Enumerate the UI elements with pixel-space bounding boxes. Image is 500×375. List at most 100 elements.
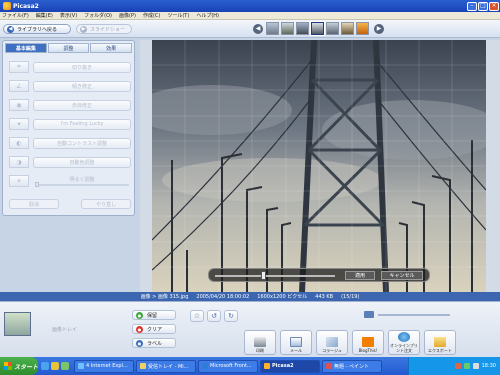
prev-image-icon[interactable]: ◀ xyxy=(253,23,263,34)
hold-icon: ● xyxy=(136,311,143,319)
order-prints-button[interactable]: オンラインプリント注文 xyxy=(388,330,420,355)
taskbar-item-ie[interactable]: 4 Internet Expl... xyxy=(74,359,134,373)
label-button[interactable]: ● ラベル xyxy=(132,338,176,348)
ime-icon[interactable] xyxy=(454,363,461,369)
menu-picture[interactable]: 画像(P) xyxy=(119,12,136,19)
picasa-icon xyxy=(264,363,270,369)
close-button[interactable]: × xyxy=(489,1,499,11)
volume-icon[interactable] xyxy=(472,363,479,369)
maximize-button[interactable]: □ xyxy=(478,1,488,11)
outlook-quicklaunch-icon[interactable] xyxy=(51,362,59,370)
cancel-button[interactable]: キャンセル xyxy=(381,271,423,280)
panel-bottom-buttons: 取消 やり直し xyxy=(9,199,131,209)
menu-help[interactable]: ヘルプ(H) xyxy=(196,12,219,19)
tray-thumbnail[interactable] xyxy=(4,312,31,336)
zoom-track xyxy=(378,314,450,316)
redeye-button[interactable]: 赤目修正 xyxy=(33,99,131,111)
tray-label: 画像トレイ xyxy=(52,327,78,333)
tab-basic-fixes[interactable]: 基本編集 xyxy=(5,43,47,53)
tool-auto-color: ◑ 自動色調整 xyxy=(9,154,131,170)
crop-button[interactable]: 切り抜き xyxy=(33,61,131,73)
slideshow-button[interactable]: ▶ スライドショー xyxy=(76,24,132,34)
taskbar-item-picasa[interactable]: Picasa2 xyxy=(260,359,320,373)
minimize-button[interactable]: – xyxy=(467,1,477,11)
desktop-quicklaunch-icon[interactable] xyxy=(61,362,69,370)
contrast-icon: ◐ xyxy=(9,137,29,149)
zoom-slider[interactable] xyxy=(364,311,454,319)
bridge-photo-svg xyxy=(152,40,486,292)
apply-button[interactable]: 適用 xyxy=(345,271,375,280)
auto-color-button[interactable]: 自動色調整 xyxy=(33,156,131,168)
redo-button[interactable]: やり直し xyxy=(81,199,131,209)
label-label: ラベル xyxy=(147,340,163,347)
taskbar-item-inbox[interactable]: 受信トレイ - Mi... xyxy=(136,359,196,373)
start-button[interactable]: スタート xyxy=(0,357,38,375)
print-button[interactable]: 印刷 xyxy=(244,330,276,355)
filmstrip-thumb[interactable] xyxy=(341,22,354,35)
title-bar: Picasa2 – □ × xyxy=(0,0,500,12)
rotate-left-icon[interactable]: ↺ xyxy=(207,310,221,322)
ie-quicklaunch-icon[interactable] xyxy=(41,362,49,370)
toolbar: ◀ ライブラリへ戻る ▶ スライドショー xyxy=(0,20,500,38)
tab-effects[interactable]: 効果 xyxy=(90,43,133,53)
taskbar-item-frontpage[interactable]: Microsoft Front... xyxy=(198,359,258,373)
image-index: (15/19) xyxy=(341,293,360,300)
clock: 18:30 xyxy=(481,363,496,369)
menu-folder[interactable]: フォルダ(O) xyxy=(84,12,112,19)
menu-file[interactable]: ファイル(F) xyxy=(2,12,29,19)
fill-light-knob[interactable] xyxy=(35,181,39,187)
slideshow-label: スライドショー xyxy=(90,26,126,33)
tool-redeye: ◉ 赤目修正 xyxy=(9,97,131,113)
export-button[interactable]: エクスポート xyxy=(424,330,456,355)
filmstrip-thumb[interactable] xyxy=(326,22,339,35)
collage-button[interactable]: コラージュ xyxy=(316,330,348,355)
menu-edit[interactable]: 編集(E) xyxy=(36,12,53,19)
tool-lucky: ✦ I'm Feeling Lucky xyxy=(9,116,131,132)
hold-button[interactable]: ● 保留 xyxy=(132,310,176,320)
filmstrip-thumb-selected[interactable] xyxy=(310,21,325,36)
back-to-library-label: ライブラリへ戻る xyxy=(17,26,58,33)
menu-bar: ファイル(F) 編集(E) 表示(V) フォルダ(O) 画像(P) 作成(C) … xyxy=(0,12,500,20)
filmstrip-thumb[interactable] xyxy=(266,22,279,35)
collage-label: コラージュ xyxy=(322,347,342,353)
filmstrip: ◀ ▶ xyxy=(253,21,384,36)
paint-icon xyxy=(326,363,332,369)
fill-light-icon: ☀ xyxy=(9,175,29,187)
straighten-slider-knob[interactable] xyxy=(261,271,266,280)
straighten-edit-bar: 適用 キャンセル xyxy=(208,268,430,282)
task-label: 4 Internet Expl... xyxy=(86,363,128,369)
tab-tuning[interactable]: 調整 xyxy=(47,43,90,53)
taskbar-item-paint[interactable]: 無題 - ペイント xyxy=(322,359,382,373)
globe-icon xyxy=(398,332,410,343)
im-feeling-lucky-button[interactable]: I'm Feeling Lucky xyxy=(33,118,131,130)
filmstrip-thumb[interactable] xyxy=(281,22,294,35)
rotate-controls: ☆ ↺ ↻ xyxy=(190,310,241,322)
filmstrip-thumb[interactable] xyxy=(356,22,369,35)
back-to-library-button[interactable]: ◀ ライブラリへ戻る xyxy=(3,24,71,34)
next-image-icon[interactable]: ▶ xyxy=(374,23,384,34)
clear-button[interactable]: ● クリア xyxy=(132,324,176,334)
auto-contrast-button[interactable]: 自動コントラスト調整 xyxy=(33,137,131,149)
image-date: 2005/04/20 18:00:02 xyxy=(196,293,250,300)
tool-crop: ⌗ 切り抜き xyxy=(9,59,131,75)
photo-bridge[interactable] xyxy=(152,40,486,292)
rotate-right-icon[interactable]: ↻ xyxy=(224,310,238,322)
export-label: エクスポート xyxy=(428,347,452,353)
fill-light-track xyxy=(37,183,129,186)
email-button[interactable]: メール xyxy=(280,330,312,355)
fill-light-slider[interactable]: 明るく調整 xyxy=(33,176,131,187)
task-label: 受信トレイ - Mi... xyxy=(148,363,189,370)
undo-button[interactable]: 取消 xyxy=(9,199,59,209)
filmstrip-thumb[interactable] xyxy=(296,22,309,35)
menu-create[interactable]: 作成(C) xyxy=(143,12,160,19)
star-icon[interactable]: ☆ xyxy=(190,310,204,322)
picasa-app-icon xyxy=(3,2,11,10)
tool-straighten: ∠ 傾き修正 xyxy=(9,78,131,94)
task-label: Picasa2 xyxy=(272,363,294,369)
network-icon[interactable] xyxy=(463,363,470,369)
tool-list: ⌗ 切り抜き ∠ 傾き修正 ◉ 赤目修正 ✦ I'm Feeling Lucky… xyxy=(9,59,131,192)
menu-tools[interactable]: ツール(T) xyxy=(167,12,189,19)
menu-view[interactable]: 表示(V) xyxy=(60,12,77,19)
straighten-button[interactable]: 傾き修正 xyxy=(33,80,131,92)
blogthis-button[interactable]: BlogThis! xyxy=(352,330,384,355)
